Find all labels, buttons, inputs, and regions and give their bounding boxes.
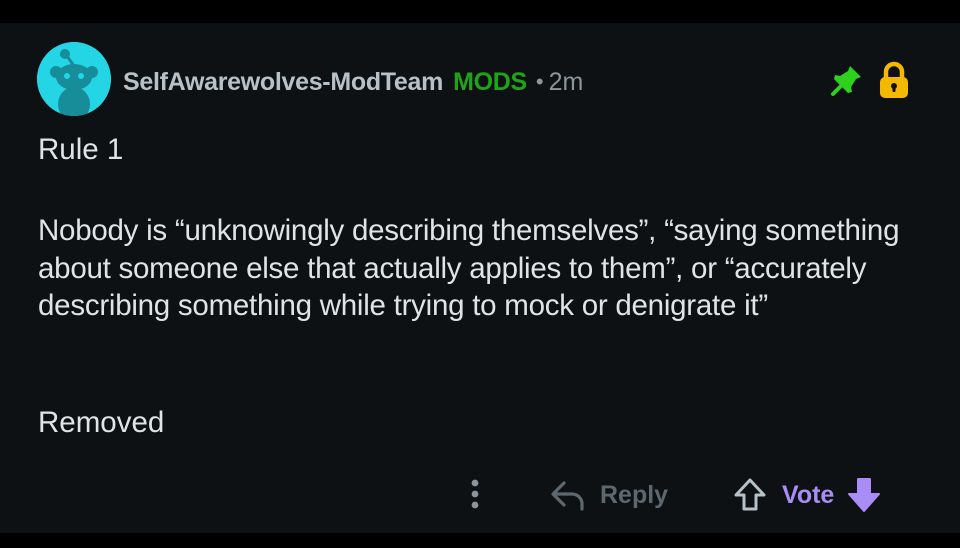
reply-arrow-icon: [551, 481, 584, 511]
comment-header: SelfAwarewolves-ModTeam MODS • 2m: [123, 64, 583, 100]
more-options-icon[interactable]: [466, 476, 484, 512]
vote-label: Vote: [782, 480, 835, 509]
comment-card: SelfAwarewolves-ModTeam MODS • 2m Rule 1…: [0, 23, 960, 533]
screen-frame: SelfAwarewolves-ModTeam MODS • 2m Rule 1…: [0, 0, 960, 548]
comment-rule-title: Rule 1: [38, 133, 124, 166]
reply-label: Reply: [600, 480, 669, 509]
timestamp: 2m: [548, 67, 584, 96]
avatar[interactable]: [37, 42, 111, 116]
upvote-arrow-icon[interactable]: [732, 477, 768, 513]
vote-controls: Vote: [732, 475, 882, 515]
separator-dot: •: [535, 69, 544, 94]
mod-flair: MODS: [453, 67, 527, 96]
comment-body: Nobody is “unknowingly describing themse…: [38, 214, 900, 322]
reply-button[interactable]: Reply: [550, 475, 668, 515]
downvote-arrow-icon[interactable]: [846, 476, 882, 514]
pin-icon: [831, 66, 861, 96]
author-name[interactable]: SelfAwarewolves-ModTeam: [123, 68, 443, 97]
comment-removed-note: Removed: [38, 406, 165, 439]
lock-icon: [880, 61, 908, 98]
snoo-avatar-icon: [37, 42, 111, 116]
